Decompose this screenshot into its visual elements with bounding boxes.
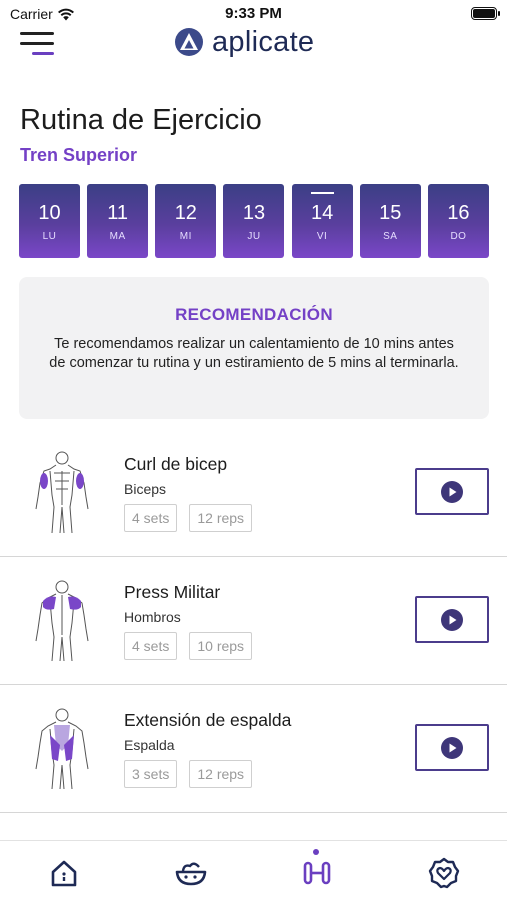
- bottom-tab-bar: [0, 840, 507, 900]
- day-item[interactable]: 15 SA: [359, 184, 421, 258]
- reps-tag: 12 reps: [189, 760, 253, 788]
- play-icon: [441, 608, 463, 631]
- exercise-item: Curl de bicep Biceps 4 sets 12 reps: [0, 429, 507, 557]
- heart-badge-icon: [428, 857, 460, 889]
- exercise-tags: 3 sets 12 reps: [124, 760, 253, 788]
- play-video-button[interactable]: [415, 596, 489, 643]
- day-of-week: DO: [450, 231, 467, 242]
- play-icon: [441, 480, 463, 503]
- menu-icon: [20, 32, 54, 35]
- day-of-week: JU: [247, 231, 261, 242]
- logo-icon: [175, 28, 203, 56]
- exercise-muscle: Biceps: [124, 481, 167, 497]
- day-of-week: VI: [316, 231, 328, 242]
- day-of-week: MI: [179, 231, 192, 242]
- tab-nutrition[interactable]: [171, 853, 211, 893]
- nutrition-bowl-icon: [175, 862, 207, 886]
- app-logo: aplicate: [174, 24, 314, 60]
- sets-tag: 3 sets: [124, 760, 178, 788]
- recommendation-text: Te recomendamos realizar un calentamient…: [49, 336, 459, 371]
- day-item-selected[interactable]: 14 VI: [291, 184, 353, 258]
- reps-tag: 10 reps: [189, 632, 253, 660]
- page-title: Rutina de Ejercicio: [20, 104, 262, 136]
- exercise-item: Press Militar Hombros 4 sets 10 reps: [0, 557, 507, 685]
- day-of-week: LU: [42, 231, 57, 242]
- sets-tag: 4 sets: [124, 632, 178, 660]
- back-figure-icon: [35, 708, 89, 790]
- tab-home[interactable]: [44, 853, 84, 893]
- recommendation-card: RECOMENDACIÓN Te recomendamos realizar u…: [19, 277, 489, 419]
- menu-icon-line: [20, 42, 54, 45]
- day-number: 11: [107, 202, 129, 224]
- tab-health[interactable]: [424, 853, 464, 893]
- day-number: 15: [379, 202, 402, 224]
- recommendation-title: RECOMENDACIÓN: [175, 305, 333, 324]
- dumbbell-icon: [303, 861, 331, 885]
- battery-icon: [471, 7, 500, 20]
- sets-tag: 4 sets: [124, 504, 178, 532]
- day-number: 13: [242, 202, 266, 224]
- day-selector: 10 LU 11 MA 12 MI 13 JU 14 VI 15 SA 16 D…: [19, 184, 489, 258]
- exercise-item: Extensión de espalda Espalda 3 sets 12 r…: [0, 685, 507, 813]
- app-name: aplicate: [212, 25, 315, 58]
- exercise-name: Press Militar: [124, 582, 221, 602]
- day-number: 12: [174, 202, 197, 224]
- day-item[interactable]: 16 DO: [427, 184, 489, 258]
- tab-workout[interactable]: [297, 853, 337, 893]
- day-number: 14: [311, 202, 334, 224]
- status-time: 9:33 PM: [225, 5, 282, 22]
- menu-button[interactable]: [20, 32, 56, 58]
- shoulders-figure-icon: [35, 580, 89, 662]
- day-item[interactable]: 11 MA: [87, 184, 149, 258]
- menu-icon-line-accent: [32, 52, 54, 55]
- exercise-name: Extensión de espalda: [124, 710, 292, 730]
- day-of-week: SA: [383, 231, 398, 242]
- selected-day-marker: [310, 192, 334, 194]
- biceps-figure-icon: [35, 451, 89, 534]
- day-item[interactable]: 10 LU: [19, 184, 80, 258]
- home-icon: [51, 860, 77, 887]
- day-number: 16: [447, 202, 470, 224]
- play-icon: [441, 736, 463, 759]
- exercise-muscle: Hombros: [124, 609, 181, 625]
- exercise-name: Curl de bicep: [124, 454, 228, 474]
- page-subtitle: Tren Superior: [20, 145, 138, 165]
- play-video-button[interactable]: [415, 468, 489, 515]
- day-number: 10: [38, 202, 61, 224]
- reps-tag: 12 reps: [189, 504, 253, 532]
- day-of-week: MA: [109, 231, 126, 242]
- exercise-muscle: Espalda: [124, 737, 175, 753]
- exercise-tags: 4 sets 12 reps: [124, 504, 253, 532]
- day-item[interactable]: 12 MI: [155, 184, 217, 258]
- day-item[interactable]: 13 JU: [223, 184, 285, 258]
- exercise-tags: 4 sets 10 reps: [124, 632, 253, 660]
- play-video-button[interactable]: [415, 724, 489, 771]
